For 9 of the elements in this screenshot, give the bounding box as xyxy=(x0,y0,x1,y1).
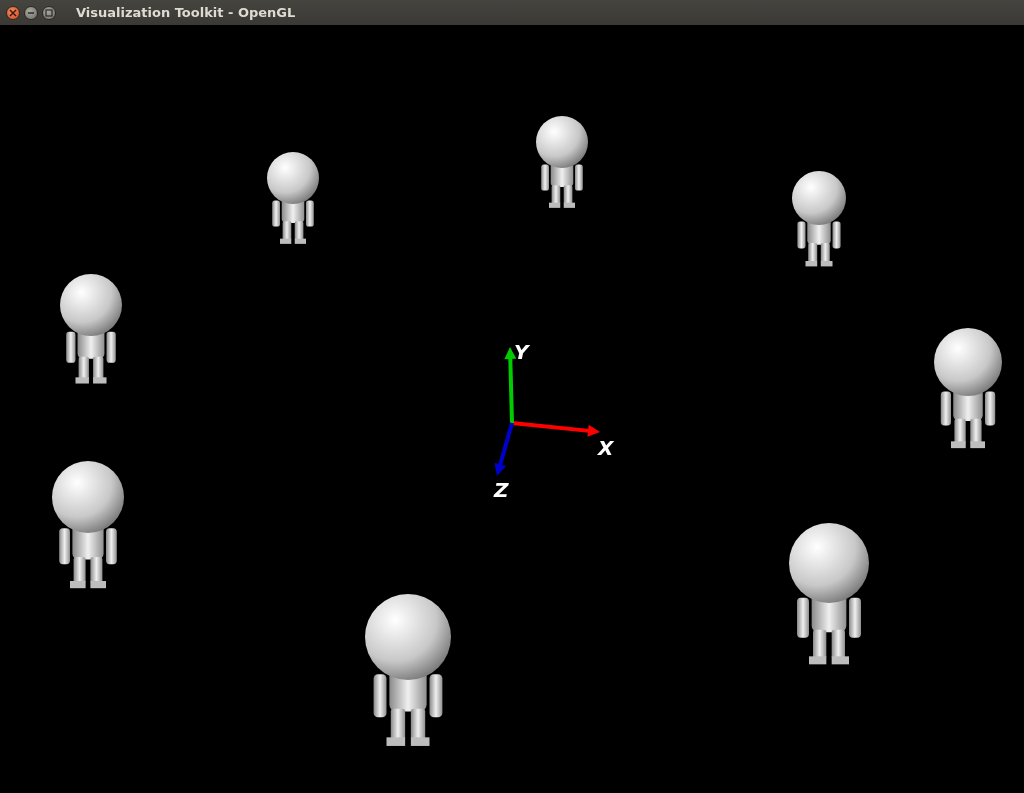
axis-label: X xyxy=(598,436,614,460)
maximize-button[interactable] xyxy=(42,5,56,20)
maximize-icon xyxy=(45,8,53,17)
close-button[interactable] xyxy=(6,5,20,20)
window-title: Visualization Toolkit - OpenGL xyxy=(76,5,296,20)
axis-label: Y xyxy=(514,340,529,364)
axis-label: Z xyxy=(494,478,509,502)
minimize-button[interactable] xyxy=(24,5,38,20)
close-icon xyxy=(9,8,17,17)
